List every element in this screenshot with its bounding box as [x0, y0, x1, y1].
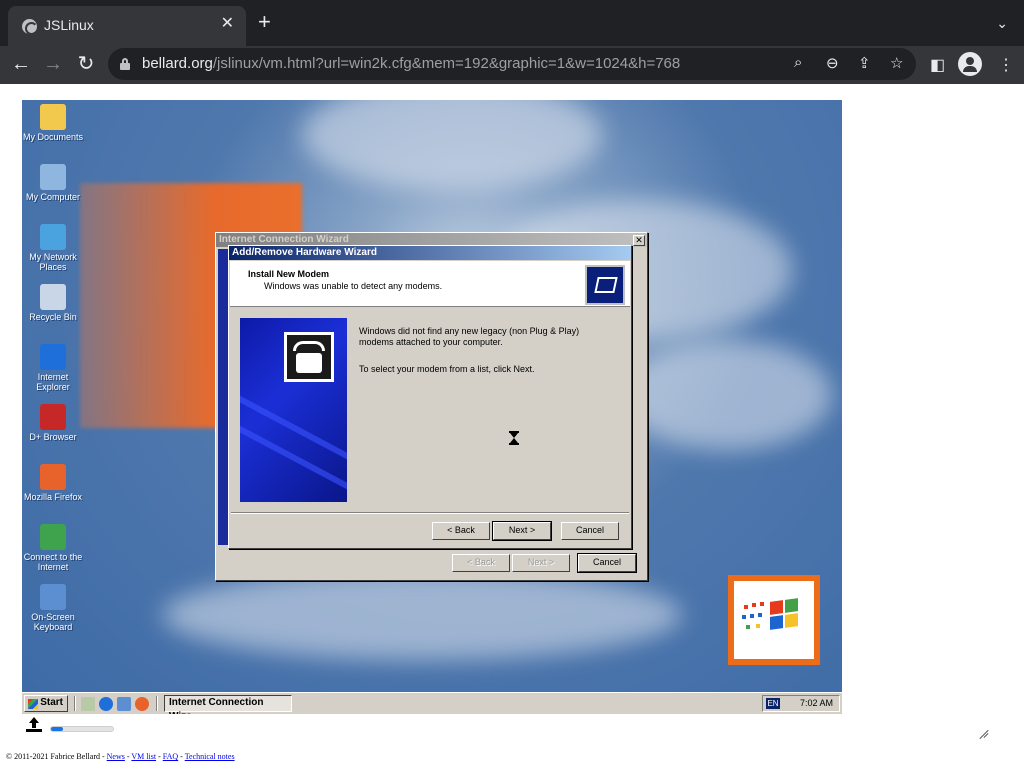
- chevron-down-icon[interactable]: ⌄: [996, 15, 1008, 32]
- back-arrow-icon[interactable]: ←: [8, 52, 34, 78]
- desktop-icon-network[interactable]: My Network Places: [22, 224, 84, 272]
- hardware-wizard-icon: [585, 265, 625, 305]
- news-link[interactable]: News: [107, 752, 125, 761]
- wizard-titlebar: Add/Remove Hardware Wizard: [229, 246, 631, 260]
- desktop-icon-label: Recycle Bin: [29, 312, 77, 322]
- internet-explorer-icon: [40, 344, 66, 370]
- add-remove-hardware-wizard[interactable]: Add/Remove Hardware Wizard Install New M…: [228, 245, 632, 549]
- lock-icon[interactable]: [120, 58, 130, 70]
- desktop-icon-dplus-browser[interactable]: D+ Browser: [22, 404, 84, 442]
- bookmark-star-icon[interactable]: ☆: [890, 54, 903, 72]
- new-tab-button[interactable]: +: [258, 11, 271, 33]
- desktop-icon-folder[interactable]: My Documents: [22, 104, 84, 142]
- faq-link[interactable]: FAQ: [163, 752, 178, 761]
- browser-tab[interactable]: JSLinux ✕: [8, 6, 246, 46]
- wizard-back-button[interactable]: < Back: [432, 522, 490, 540]
- upload-icon[interactable]: [26, 717, 42, 733]
- recycle-bin-icon: [40, 284, 66, 310]
- share-icon[interactable]: ⇪: [858, 54, 871, 72]
- profile-avatar-icon[interactable]: [958, 52, 982, 76]
- dplus-browser-icon: [40, 404, 66, 430]
- page-footer: © 2011-2021 Fabrice Bellard - News - VM …: [6, 752, 235, 761]
- desktop-icon-recycle-bin[interactable]: Recycle Bin: [22, 284, 84, 322]
- windows-flag-icon: [28, 699, 38, 709]
- icw-cancel-button[interactable]: Cancel: [577, 553, 637, 573]
- globe-icon: [22, 19, 38, 35]
- reload-icon[interactable]: ↻: [73, 52, 99, 78]
- taskbar-task-icw[interactable]: Internet Connection Wiza...: [164, 695, 292, 714]
- outlook-express-icon[interactable]: [117, 697, 131, 711]
- desktop-icon-label: D+ Browser: [29, 432, 77, 442]
- wizard-header: Install New Modem Windows was unable to …: [230, 261, 630, 307]
- desktop-icon-label: Mozilla Firefox: [23, 492, 82, 502]
- icw-next-button[interactable]: Next >: [512, 554, 570, 572]
- browser-toolbar: ← → ↻ bellard.org/jslinux/vm.html?url=wi…: [0, 46, 1024, 84]
- icw-close-icon[interactable]: ✕: [633, 235, 645, 246]
- firefox-icon: [40, 464, 66, 490]
- desktop-icon-keyboard[interactable]: On-Screen Keyboard: [22, 584, 84, 632]
- browser-tabstrip: JSLinux ✕ + ⌄: [0, 0, 1024, 46]
- desktop-icon-label: Connect to the Internet: [23, 552, 83, 572]
- side-panel-icon[interactable]: ◧: [930, 55, 945, 75]
- vm-screen[interactable]: My Documents My Computer My Network Places…: [22, 100, 842, 714]
- wizard-divider: [231, 512, 629, 514]
- tab-title: JSLinux: [44, 17, 94, 33]
- icw-back-button[interactable]: < Back: [452, 554, 510, 572]
- wizard-message-2: To select your modem from a list, click …: [359, 364, 535, 374]
- close-tab-icon[interactable]: ✕: [221, 15, 234, 33]
- desktop-icon-label: My Network Places: [29, 252, 77, 272]
- start-label: Start: [40, 697, 63, 708]
- taskbar: Start Internet Connection Wiza... EN 7:0…: [22, 692, 842, 714]
- wizard-next-button[interactable]: Next >: [492, 521, 552, 541]
- folder-icon: [40, 104, 66, 130]
- connect-icon: [40, 524, 66, 550]
- firefox-quicklaunch-icon[interactable]: [135, 697, 149, 711]
- desktop-icon-label: My Documents: [22, 132, 84, 142]
- wizard-subheading: Windows was unable to detect any modems.: [264, 281, 443, 291]
- wizard-cancel-button[interactable]: Cancel: [561, 522, 619, 540]
- search-icon[interactable]: ⌕: [794, 54, 802, 71]
- vm-list-link[interactable]: VM list: [131, 752, 156, 761]
- wizard-message-1: Windows did not find any new legacy (non…: [359, 326, 580, 347]
- language-indicator[interactable]: EN: [766, 698, 780, 709]
- desktop-icon-firefox[interactable]: Mozilla Firefox: [22, 464, 84, 502]
- modem-side-image: [240, 318, 347, 502]
- technical-notes-link[interactable]: Technical notes: [185, 752, 235, 761]
- desktop-icon-connect[interactable]: Connect to the Internet: [22, 524, 84, 572]
- upload-progress-bar: [50, 726, 114, 732]
- icw-side-banner: [218, 249, 228, 545]
- resize-grip-icon[interactable]: [978, 726, 989, 740]
- internet-explorer-quicklaunch-icon[interactable]: [99, 697, 113, 711]
- start-button[interactable]: Start: [24, 695, 68, 712]
- show-desktop-icon[interactable]: [81, 697, 95, 711]
- computer-icon: [40, 164, 66, 190]
- telephone-icon: [284, 332, 334, 382]
- zoom-out-icon[interactable]: ⊖: [826, 54, 839, 72]
- wizard-heading: Install New Modem: [248, 269, 330, 279]
- desktop-icon-label: Internet Explorer: [36, 372, 70, 392]
- keyboard-icon: [40, 584, 66, 610]
- address-bar[interactable]: bellard.org/jslinux/vm.html?url=win2k.cf…: [108, 48, 916, 80]
- desktop-icon-label: On-Screen Keyboard: [31, 612, 75, 632]
- desktop-icon-computer[interactable]: My Computer: [22, 164, 84, 202]
- desktop-icon-internet-explorer[interactable]: Internet Explorer: [22, 344, 84, 392]
- clock[interactable]: 7:02 AM: [800, 698, 833, 708]
- forward-arrow-icon[interactable]: →: [40, 52, 66, 78]
- windows-logo: [728, 575, 820, 665]
- system-tray: EN 7:02 AM: [762, 695, 840, 712]
- url-text[interactable]: bellard.org/jslinux/vm.html?url=win2k.cf…: [142, 55, 680, 72]
- network-icon: [40, 224, 66, 250]
- hourglass-cursor-icon: [509, 431, 519, 445]
- more-menu-icon[interactable]: ⋮: [998, 55, 1014, 75]
- desktop-icon-label: My Computer: [25, 192, 80, 202]
